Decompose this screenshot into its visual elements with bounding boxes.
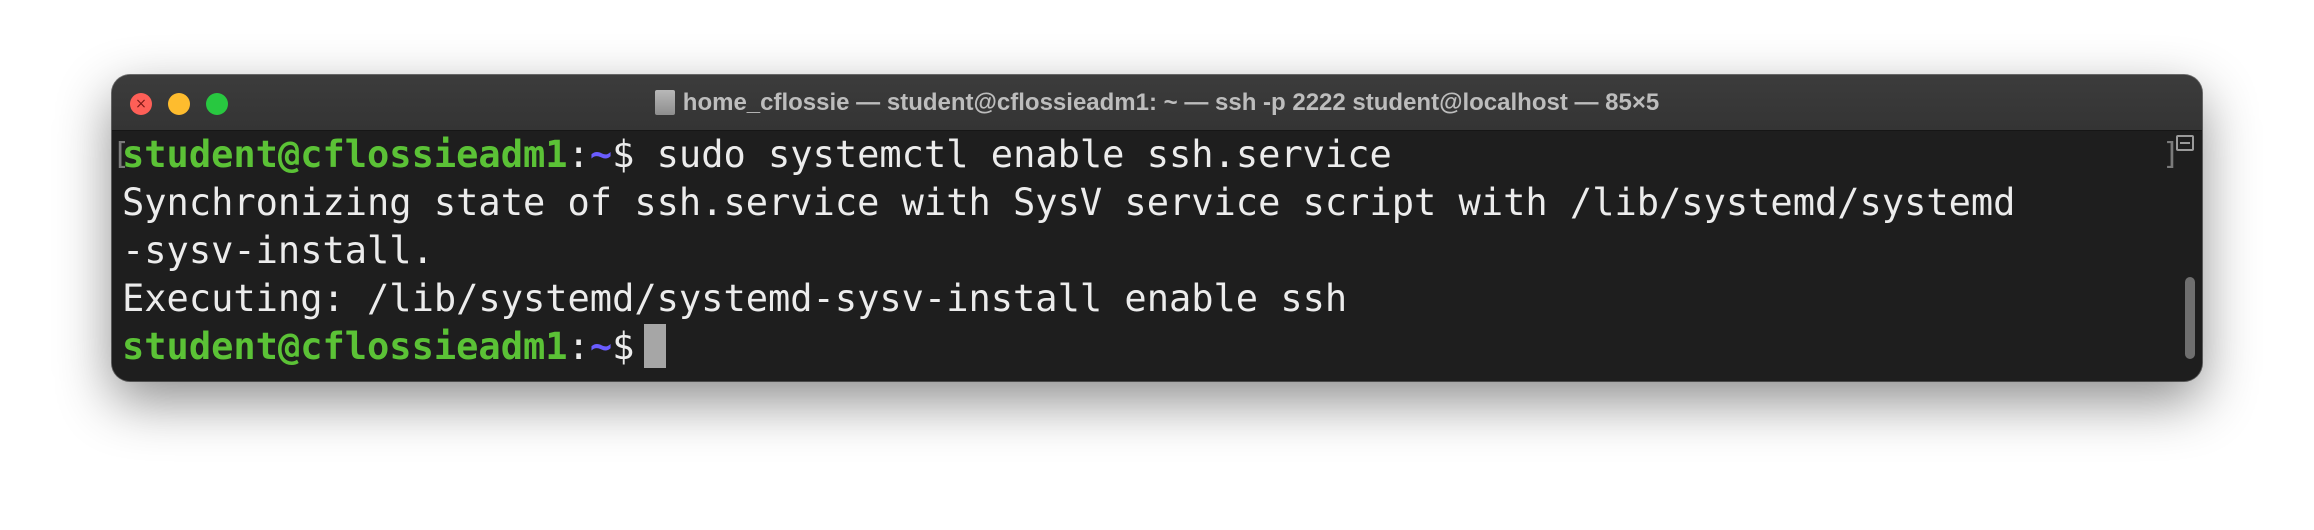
scrollbar-thumb[interactable] <box>2185 277 2195 359</box>
close-icon: × <box>135 96 147 112</box>
prompt-user-host: student@cflossieadm1 <box>122 133 568 176</box>
prompt-symbol: $ <box>612 133 635 176</box>
terminal-line-4: Executing: /lib/systemd/systemd-sysv-ins… <box>122 277 1348 320</box>
minimize-button[interactable] <box>168 93 190 115</box>
terminal-window: home_cflossie — student@cflossieadm1: ~ … <box>112 75 2202 381</box>
close-button[interactable]: × <box>130 93 152 115</box>
window-title-text: home_cflossie — student@cflossieadm1: ~ … <box>682 89 1660 116</box>
window-title: home_cflossie — student@cflossieadm1: ~ … <box>112 75 2202 131</box>
terminal-line-3: -sysv-install. <box>122 229 434 272</box>
terminal-line-5: student@cflossieadm1:~$ <box>122 323 667 371</box>
prompt-path: ~ <box>589 133 613 176</box>
terminal-line-1: student@cflossieadm1:~$ sudo systemctl e… <box>122 131 1392 179</box>
scrollbar[interactable] <box>2182 157 2198 377</box>
text-cursor <box>644 324 667 368</box>
document-icon <box>654 90 675 115</box>
prompt-colon: : <box>567 133 590 176</box>
prompt-path: ~ <box>589 325 613 368</box>
terminal-content[interactable]: [ ] student@cflossieadm1:~$ sudo systemc… <box>112 131 2202 381</box>
prompt-symbol: $ <box>612 325 635 368</box>
title-bar[interactable]: home_cflossie — student@cflossieadm1: ~ … <box>112 75 2202 131</box>
prompt-user-host: student@cflossieadm1 <box>122 325 568 368</box>
zoom-button[interactable] <box>206 93 228 115</box>
prompt-colon: : <box>567 325 590 368</box>
split-pane-icon[interactable] <box>2176 135 2194 151</box>
terminal-line-2: Synchronizing state of ssh.service with … <box>122 181 2016 224</box>
command-text: sudo systemctl enable ssh.service <box>634 133 1392 176</box>
